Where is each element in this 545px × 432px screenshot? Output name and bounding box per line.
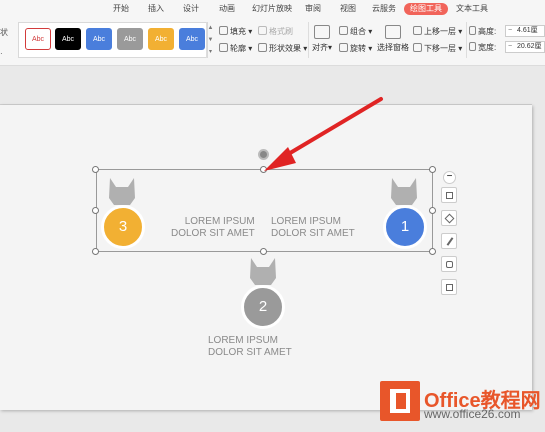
- minus-icon[interactable]: −: [508, 42, 512, 52]
- cat-icon: [250, 258, 276, 285]
- cut-off-label: 状: [0, 28, 8, 37]
- height-input[interactable]: −4.61厘米: [505, 25, 545, 37]
- style-swatch-gray[interactable]: Abc: [117, 28, 143, 50]
- fill-bucket-icon[interactable]: [441, 279, 457, 295]
- resize-handle-w[interactable]: [92, 207, 99, 214]
- style-swatch-blue[interactable]: Abc: [86, 28, 112, 50]
- text-block-2[interactable]: LOREM IPSUM DOLOR SIT AMET: [208, 335, 292, 359]
- outline-button[interactable]: 轮廓 ▾: [219, 43, 252, 54]
- text-line: LOREM IPSUM: [208, 335, 279, 346]
- red-arrow-annotation: [264, 97, 383, 171]
- outline-icon: [219, 43, 228, 52]
- width-input[interactable]: −20.62厘米: [505, 41, 545, 53]
- align-icon: [314, 25, 330, 39]
- resize-handle-se[interactable]: [429, 248, 436, 255]
- format-painter-button[interactable]: 格式刷: [258, 26, 293, 37]
- group-button[interactable]: 组合 ▾: [339, 26, 372, 37]
- tab-review[interactable]: 审阅: [305, 4, 321, 14]
- fill-button[interactable]: 填充 ▾: [219, 26, 252, 37]
- group-icon: [339, 26, 348, 35]
- send-backward-button[interactable]: 下移一层 ▾: [413, 43, 462, 54]
- ribbon-tabs: 开始 插入 设计 动画 幻灯片放映 审阅 视图 云服务 绘图工具 文本工具: [0, 0, 545, 18]
- pen-icon[interactable]: [441, 233, 457, 249]
- tab-cloud[interactable]: 云服务: [372, 4, 396, 14]
- tab-drawing-tools[interactable]: 绘图工具: [404, 3, 448, 15]
- tab-insert[interactable]: 插入: [148, 4, 164, 14]
- shape-effect-icon: [258, 43, 267, 52]
- resize-handle-sw[interactable]: [92, 248, 99, 255]
- layers-icon[interactable]: [441, 210, 457, 226]
- selection-pane-icon: [385, 25, 401, 39]
- gallery-scroll[interactable]: ▲ ▼ ▾: [206, 22, 214, 58]
- style-swatch-red-outline[interactable]: Abc: [25, 28, 51, 50]
- height-label: 高度:: [469, 26, 496, 37]
- divider: [466, 22, 467, 58]
- number-circle-2[interactable]: 2: [241, 285, 285, 329]
- tab-text-tools[interactable]: 文本工具: [456, 4, 488, 14]
- style-swatch-orange[interactable]: Abc: [148, 28, 174, 50]
- tab-design[interactable]: 设计: [183, 4, 199, 14]
- watermark-url: www.office26.com: [424, 407, 521, 421]
- shape-effect-button[interactable]: 形状效果 ▾: [258, 43, 307, 54]
- format-painter-icon: [258, 26, 267, 35]
- app-window: 开始 插入 设计 动画 幻灯片放映 审阅 视图 云服务 绘图工具 文本工具 状 …: [0, 0, 545, 432]
- send-backward-icon: [413, 43, 422, 52]
- tab-slideshow[interactable]: 幻灯片放映: [252, 4, 292, 14]
- layout-options-icon[interactable]: [441, 187, 457, 203]
- cut-off-dot: ·: [0, 49, 3, 58]
- tab-animation[interactable]: 动画: [219, 4, 235, 14]
- bring-forward-icon: [413, 26, 422, 35]
- selection-pane-button[interactable]: 选择窗格: [377, 25, 409, 53]
- width-icon: [469, 42, 476, 51]
- selection-box[interactable]: [96, 169, 433, 252]
- rotate-icon: [339, 43, 348, 52]
- ribbon: 开始 插入 设计 动画 幻灯片放映 审阅 视图 云服务 绘图工具 文本工具 状 …: [0, 0, 545, 66]
- style-swatch-blue-2[interactable]: Abc: [179, 28, 205, 50]
- align-button[interactable]: 对齐▾: [312, 25, 332, 53]
- resize-handle-s[interactable]: [260, 248, 267, 255]
- width-label: 宽度:: [469, 42, 496, 53]
- style-swatch-black[interactable]: Abc: [55, 28, 81, 50]
- collapse-button[interactable]: −: [443, 171, 456, 184]
- bring-forward-button[interactable]: 上移一层 ▾: [413, 26, 462, 37]
- height-icon: [469, 26, 476, 35]
- shape-style-gallery: Abc Abc Abc Abc Abc Abc: [18, 22, 208, 58]
- tab-home[interactable]: 开始: [113, 4, 129, 14]
- resize-handle-ne[interactable]: [429, 166, 436, 173]
- text-line: DOLOR SIT AMET: [208, 347, 292, 358]
- minus-icon[interactable]: −: [508, 26, 512, 36]
- divider: [308, 22, 309, 58]
- resize-handle-nw[interactable]: [92, 166, 99, 173]
- office-logo-icon: [380, 381, 420, 421]
- tab-view[interactable]: 视图: [340, 4, 356, 14]
- shape-icon[interactable]: [441, 256, 457, 272]
- resize-handle-e[interactable]: [429, 207, 436, 214]
- rotate-button[interactable]: 旋转 ▾: [339, 43, 372, 54]
- fill-icon: [219, 26, 228, 35]
